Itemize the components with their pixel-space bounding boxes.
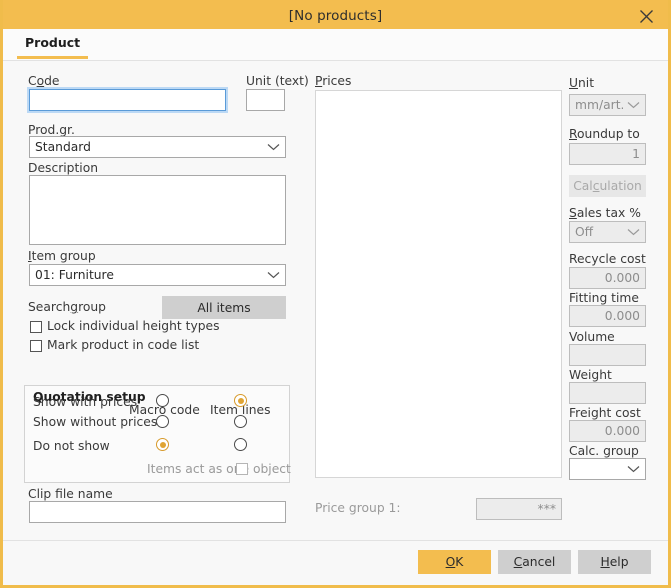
clip-file-name-label: Clip file name <box>28 487 113 501</box>
calc-group-label: Calc. group <box>569 444 639 458</box>
do-not-show-macro-radio[interactable] <box>156 438 169 451</box>
prod-gr-select[interactable]: Standard <box>29 136 286 158</box>
roundup-label: Roundup to <box>569 127 640 141</box>
all-items-button[interactable]: All items <box>162 296 286 319</box>
prod-gr-value: Standard <box>35 140 263 154</box>
clip-file-name-input[interactable] <box>29 501 286 523</box>
unit-text-input[interactable] <box>246 89 285 111</box>
freight-cost-label: Freight cost <box>569 406 641 420</box>
show-with-prices-item-radio[interactable] <box>234 394 247 407</box>
weight-input <box>569 382 646 404</box>
show-with-prices-macro-radio[interactable] <box>156 394 169 407</box>
description-label: Description <box>28 161 98 175</box>
sales-tax-select: Off <box>569 221 646 243</box>
tab-product[interactable]: Product <box>17 32 88 59</box>
calculation-button: Calculation <box>569 175 646 197</box>
price-group-input <box>476 498 562 520</box>
cancel-button[interactable]: Cancel <box>498 550 571 574</box>
weight-label: Weight <box>569 368 612 382</box>
window-title: [No products] <box>289 8 382 24</box>
row-show-without-prices-label: Show without prices <box>33 415 157 429</box>
code-label: Code <box>28 74 60 88</box>
show-without-prices-item-radio[interactable] <box>234 415 247 428</box>
recycle-cost-label: Recycle cost <box>569 252 646 266</box>
chevron-down-icon <box>267 271 280 279</box>
code-input[interactable] <box>29 89 226 111</box>
row-do-not-show-label: Do not show <box>33 439 110 453</box>
product-dialog-window: [No products] Product Code Unit (text) P… <box>0 0 671 588</box>
items-act-as-one-object-label: Items act as one object <box>147 462 291 476</box>
chevron-down-icon <box>627 101 640 109</box>
ok-button[interactable]: OK <box>418 550 491 574</box>
title-bar: [No products] <box>0 0 671 32</box>
chevron-down-icon <box>627 465 640 473</box>
row-show-with-prices-label: Show with prices <box>33 395 137 409</box>
unit-text-label: Unit (text) <box>246 74 309 88</box>
item-group-value: 01: Furniture <box>35 268 263 282</box>
prices-label: Prices <box>315 74 351 88</box>
unit-value: mm/art. <box>575 98 623 112</box>
sales-tax-value: Off <box>575 225 623 239</box>
unit-label: Unit <box>569 76 594 90</box>
lock-heights-label: Lock individual height types <box>47 319 220 333</box>
sales-tax-label: Sales tax % <box>569 206 641 220</box>
mark-product-checkbox[interactable] <box>30 340 42 352</box>
prices-list-panel[interactable] <box>315 90 562 478</box>
item-group-select[interactable]: 01: Furniture <box>29 264 286 286</box>
show-without-prices-macro-radio[interactable] <box>156 415 169 428</box>
items-act-as-one-object-checkbox <box>236 463 248 475</box>
recycle-cost-input <box>569 267 646 289</box>
fitting-time-input <box>569 305 646 327</box>
price-group-label: Price group 1: <box>315 501 401 515</box>
lock-heights-checkbox[interactable] <box>30 321 42 333</box>
calc-group-select[interactable] <box>569 458 646 480</box>
prod-gr-label: Prod.gr. <box>28 123 75 137</box>
close-icon[interactable] <box>631 0 661 32</box>
fitting-time-label: Fitting time <box>569 291 639 305</box>
mark-product-label: Mark product in code list <box>47 338 199 352</box>
searchgroup-label: Searchgroup <box>28 300 106 314</box>
description-textarea[interactable] <box>29 175 286 245</box>
do-not-show-item-radio[interactable] <box>234 438 247 451</box>
chevron-down-icon <box>267 143 280 151</box>
tab-strip: Product <box>3 29 668 61</box>
help-button[interactable]: Help <box>578 550 651 574</box>
freight-cost-input <box>569 420 646 442</box>
volume-label: Volume <box>569 330 615 344</box>
unit-select: mm/art. <box>569 94 646 116</box>
item-group-label: Item group <box>28 249 96 263</box>
chevron-down-icon <box>627 228 640 236</box>
volume-input <box>569 344 646 366</box>
roundup-input <box>569 143 646 165</box>
